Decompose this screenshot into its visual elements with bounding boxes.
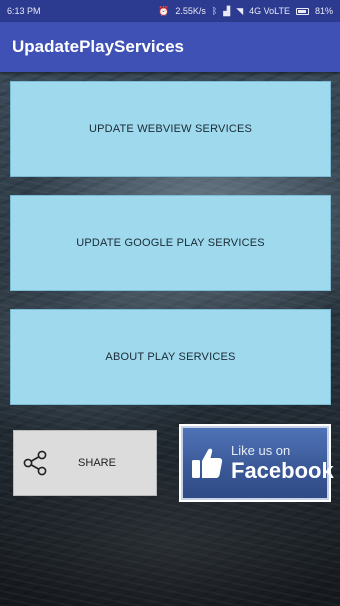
app-bar: UpadatePlayServices <box>0 22 340 72</box>
facebook-text: Like us on Facebook <box>231 443 334 483</box>
share-label: SHARE <box>78 457 116 469</box>
about-play-services-button[interactable]: ABOUT PLAY SERVICES <box>10 309 331 405</box>
share-button[interactable]: SHARE <box>13 430 157 496</box>
bluetooth-icon: ᛒ <box>211 5 218 16</box>
network-speed: 2.55K/s <box>175 6 206 16</box>
status-time: 6:13 PM <box>7 6 41 16</box>
signal-icon: ▟ <box>223 5 231 16</box>
status-indicators: ⏰ 2.55K/s ᛒ ▟ ◥ 4G VoLTE 81% <box>158 6 333 16</box>
app-title: UpadatePlayServices <box>12 37 184 56</box>
share-icon <box>23 450 47 476</box>
alarm-icon: ⏰ <box>158 5 170 16</box>
main-content: UPDATE WEBVIEW SERVICES UPDATE GOOGLE PL… <box>0 72 340 606</box>
update-webview-button[interactable]: UPDATE WEBVIEW SERVICES <box>10 81 331 177</box>
wifi-icon: ◥ <box>236 5 244 16</box>
battery-level: 81% <box>314 6 333 16</box>
facebook-like-text: Like us on <box>231 443 291 458</box>
about-play-services-label: ABOUT PLAY SERVICES <box>105 351 236 363</box>
update-google-play-label: UPDATE GOOGLE PLAY SERVICES <box>76 237 265 249</box>
status-bar: 6:13 PM ⏰ 2.55K/s ᛒ ▟ ◥ 4G VoLTE 81% <box>0 0 340 22</box>
facebook-like-button[interactable]: Like us on Facebook <box>179 424 334 502</box>
facebook-brand-text: Facebook <box>231 458 334 483</box>
update-webview-label: UPDATE WEBVIEW SERVICES <box>88 123 253 135</box>
thumbs-up-icon <box>192 448 223 478</box>
facebook-banner: Like us on Facebook <box>181 426 334 500</box>
update-google-play-button[interactable]: UPDATE GOOGLE PLAY SERVICES <box>10 195 331 291</box>
battery-icon <box>295 7 309 15</box>
network-type: 4G VoLTE <box>249 6 290 16</box>
